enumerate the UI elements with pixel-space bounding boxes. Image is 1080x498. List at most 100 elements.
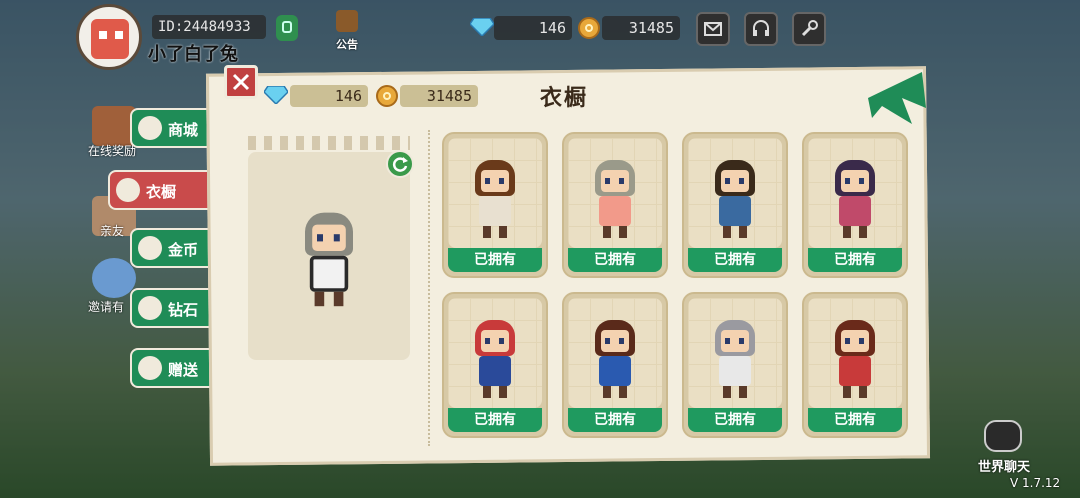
owned-badge: 已拥有 [448, 408, 542, 432]
character-leg [333, 291, 344, 307]
outfit-card[interactable]: 已拥有 [682, 132, 788, 278]
side-tab-gift[interactable]: 赠送 [130, 348, 210, 388]
side-tab-wardrobe[interactable]: 衣橱 [108, 170, 212, 210]
character-eye [619, 178, 624, 184]
character-leg [723, 386, 731, 398]
character-eye [859, 338, 864, 344]
character-leg [843, 386, 851, 398]
avatar-eye [115, 31, 123, 39]
preview-character [295, 203, 362, 311]
diamond-count: 146 [494, 16, 572, 40]
outfit-card[interactable]: 已拥有 [802, 132, 908, 278]
outfit-character [707, 152, 763, 242]
outfit-card[interactable]: 已拥有 [442, 292, 548, 438]
avatar-face [91, 19, 129, 59]
panel-divider [428, 130, 430, 446]
character-body [719, 356, 751, 386]
side-tab-coins[interactable]: 金币 [130, 228, 210, 268]
world-chat-label: 世界聊天 [977, 460, 1030, 475]
outfit-character [707, 312, 763, 402]
outfit-preview [448, 138, 542, 248]
character-leg [619, 386, 627, 398]
owned-badge: 已拥有 [568, 248, 662, 272]
outfit-character [827, 312, 883, 402]
character-leg [843, 226, 851, 238]
mail-icon [704, 22, 722, 36]
close-button[interactable] [224, 65, 258, 99]
outfit-character [587, 152, 643, 242]
character-leg [619, 226, 627, 238]
online-reward-label: 在线奖励 [88, 144, 137, 158]
coin-icon [578, 17, 600, 39]
outfit-preview [448, 298, 542, 408]
character-leg [499, 226, 507, 238]
character-body [479, 356, 511, 386]
owned-badge: 已拥有 [808, 408, 902, 432]
owned-badge: 已拥有 [808, 248, 902, 272]
character-leg [859, 226, 867, 238]
character-eye [725, 338, 730, 344]
character-leg [723, 226, 731, 238]
side-tab-diamonds[interactable]: 钻石 [130, 288, 210, 328]
outfit-card[interactable]: 已拥有 [682, 292, 788, 438]
outfit-preview [688, 298, 782, 408]
friends-label: 亲友 [100, 224, 125, 238]
character-body [839, 356, 871, 386]
panel-diamond-count: 146 [290, 85, 368, 107]
side-tab-label: 商城 [168, 121, 199, 139]
character-eye [739, 338, 744, 344]
support-button[interactable] [744, 12, 778, 46]
character-eye [619, 338, 624, 344]
character-eye [845, 338, 850, 344]
character-leg [314, 291, 325, 307]
notice-button[interactable]: 公告 [330, 10, 364, 51]
outfit-character [827, 152, 883, 242]
character-leg [739, 226, 747, 238]
owned-badge: 已拥有 [688, 248, 782, 272]
side-tab-label: 金币 [168, 241, 199, 259]
character-leg [739, 386, 747, 398]
refresh-icon [392, 157, 408, 172]
invite-icon [92, 258, 136, 298]
owned-badge: 已拥有 [568, 408, 662, 432]
diamond-icon [470, 18, 494, 36]
outfit-card[interactable]: 已拥有 [802, 292, 908, 438]
character-eye [499, 178, 504, 184]
wardrobe-icon [116, 178, 140, 202]
wrench-icon [801, 20, 818, 37]
side-tab-shop[interactable]: 商城 [130, 108, 210, 148]
character-body [839, 196, 871, 226]
top-hud: ID:24484933 小了白了兔 公告 146 31485 [0, 0, 1080, 70]
character-eye [317, 234, 323, 242]
character-body [479, 196, 511, 226]
outfit-card[interactable]: 已拥有 [562, 132, 668, 278]
character-eye [725, 178, 730, 184]
player-avatar[interactable] [76, 4, 142, 70]
settings-button[interactable] [792, 12, 826, 46]
panel-coin-count: 31485 [400, 85, 478, 107]
copy-id-button[interactable] [276, 15, 298, 41]
diamond-icon [264, 86, 288, 104]
outfit-card[interactable]: 已拥有 [562, 292, 668, 438]
chat-bubble-icon [984, 420, 1022, 452]
character-body [309, 255, 349, 292]
outfit-preview [808, 298, 902, 408]
character-leg [859, 386, 867, 398]
close-icon [232, 73, 250, 91]
player-nickname: 小了白了兔 [148, 44, 238, 65]
character-eye [485, 178, 490, 184]
refresh-button[interactable] [386, 150, 414, 178]
world-chat-button[interactable]: 世界聊天 [978, 420, 1030, 480]
side-tab-label: 赠送 [168, 361, 199, 379]
version-label: V 1.7.12 [1010, 476, 1061, 490]
diamond-icon [138, 296, 162, 320]
character-eye [859, 178, 864, 184]
mail-button[interactable] [696, 12, 730, 46]
character-eye [605, 338, 610, 344]
player-id: ID:24484933 [152, 15, 266, 39]
side-tab-label: 钻石 [168, 301, 199, 319]
owned-badge: 已拥有 [448, 248, 542, 272]
outfit-card[interactable]: 已拥有 [442, 132, 548, 278]
character-preview [248, 152, 410, 360]
coin-count: 31485 [602, 16, 680, 40]
